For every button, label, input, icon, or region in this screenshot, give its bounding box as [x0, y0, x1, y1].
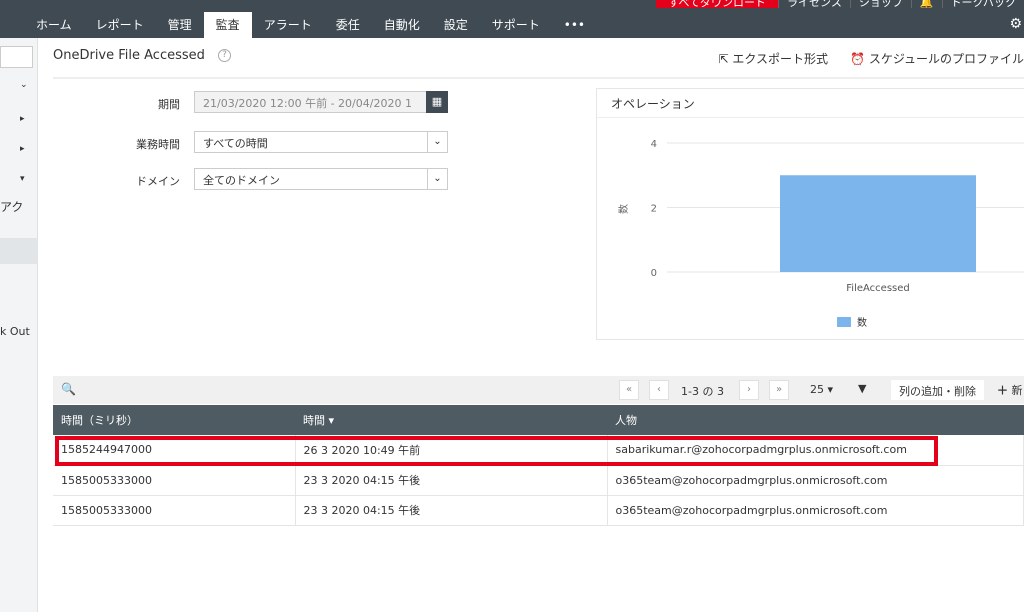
cell-person: o365team@zohocorpadmgrplus.onmicrosoft.c…	[607, 465, 1024, 496]
period-label: 期間	[158, 98, 180, 111]
table-toolbar: 🔍 « ‹ 1-3 の 3 › » 25 ▾ ▼ 列の追加・削除 ＋ 新	[53, 376, 1024, 404]
add-remove-columns-button[interactable]: 列の追加・削除	[891, 380, 984, 400]
divider	[53, 77, 1024, 79]
download-all-button[interactable]: すべてダウンロード	[656, 0, 779, 8]
sidebar-item[interactable]: k Out	[0, 325, 30, 338]
sidebar-item[interactable]: アク	[0, 198, 23, 215]
operation-chart: オペレーション 0 2 4 数 FileAccessed 数	[596, 88, 1024, 340]
chevron-right-icon[interactable]: ▸	[20, 114, 25, 124]
sidebar-item-selected[interactable]	[0, 238, 38, 264]
help-icon[interactable]: ?	[218, 49, 231, 62]
export-button[interactable]: ⇱ エクスポート形式	[719, 50, 829, 67]
y-tick-label: 0	[651, 268, 657, 279]
cell-person: o365team@zohocorpadmgrplus.onmicrosoft.c…	[607, 495, 1024, 526]
schedule-label: スケジュールのプロファイル	[868, 52, 1024, 66]
new-button[interactable]: ＋ 新	[997, 382, 1023, 398]
alarm-clock-icon: ⏰	[850, 52, 869, 66]
export-icon: ⇱	[718, 52, 733, 66]
y-tick-label: 2	[651, 204, 657, 215]
tab-settings[interactable]: 設定	[432, 12, 480, 38]
y-axis-label: 数	[617, 204, 630, 214]
legend-swatch	[837, 317, 851, 327]
page-size-value: 25	[810, 383, 824, 396]
schedule-button[interactable]: ⏰ スケジュールのプロファイル	[850, 50, 1024, 67]
cell-time: 23 3 2020 04:15 午後	[295, 465, 608, 496]
chevron-right-icon[interactable]: ▸	[20, 144, 25, 154]
tab-alerts[interactable]: アラート	[252, 12, 324, 38]
domain-select[interactable]: 全てのドメイン ⌄	[194, 168, 448, 190]
tab-support[interactable]: サポート	[480, 12, 552, 38]
main-nav: ホーム レポート 管理 監査 アラート 委任 自動化 設定 サポート •••	[24, 12, 597, 38]
column-header-time[interactable]: 時間 ▾	[295, 405, 607, 435]
next-page-button[interactable]: ›	[739, 380, 759, 400]
search-icon[interactable]: 🔍	[61, 382, 76, 396]
table-row[interactable]: 1585005333000 23 3 2020 04:15 午後 o365team@…	[53, 495, 1024, 526]
tab-reports[interactable]: レポート	[84, 12, 156, 38]
business-hours-label: 業務時間	[136, 138, 180, 151]
period-value: 21/03/2020 12:00 午前 - 20/04/2020 1	[203, 97, 412, 110]
chevron-down-icon: ⌄	[427, 169, 447, 189]
export-label: エクスポート形式	[732, 52, 829, 66]
sidebar-search-input[interactable]	[0, 46, 33, 68]
talkback-link[interactable]: トークバック	[941, 0, 1024, 8]
column-header-time-label: 時間	[303, 414, 325, 427]
tab-management[interactable]: 管理	[156, 12, 204, 38]
gear-icon[interactable]: ⚙	[1009, 16, 1022, 32]
page-info: 1-3 の 3	[681, 385, 724, 398]
calendar-icon[interactable]: ▦	[426, 91, 448, 113]
tab-delegation[interactable]: 委任	[324, 12, 372, 38]
page-size-select[interactable]: 25 ▾	[810, 383, 833, 396]
cell-time: 23 3 2020 04:15 午後	[295, 495, 608, 526]
domain-value: 全てのドメイン	[203, 174, 280, 187]
column-header-person[interactable]: 人物	[607, 405, 1024, 435]
chevron-down-icon[interactable]: ⌄	[20, 80, 28, 90]
plus-icon: ＋	[997, 384, 1008, 397]
table-row[interactable]: 1585005333000 23 3 2020 04:15 午後 o365team@…	[53, 465, 1024, 496]
chevron-down-icon: ⌄	[427, 132, 447, 152]
y-tick-label: 4	[651, 139, 657, 150]
tab-audit[interactable]: 監査	[203, 12, 252, 38]
bell-icon[interactable]: 🔔	[910, 0, 942, 8]
cell-time-ms: 1585005333000	[53, 465, 296, 496]
utility-bar: すべてダウンロード ライセンス ショップ 🔔 トークバック	[656, 0, 1024, 10]
legend-label[interactable]: 数	[857, 316, 867, 329]
sort-desc-icon: ▾	[328, 414, 335, 427]
sidebar: ⌄ ▸ ▸ ▾ アク k Out	[0, 38, 38, 612]
highlight-box	[55, 436, 938, 466]
column-header-time-ms[interactable]: 時間（ミリ秒）	[53, 405, 295, 435]
x-tick-label: FileAccessed	[846, 283, 909, 294]
new-label: 新	[1011, 384, 1023, 397]
business-hours-value: すべての時間	[203, 137, 268, 150]
first-page-button[interactable]: «	[619, 380, 639, 400]
business-hours-select[interactable]: すべての時間 ⌄	[194, 131, 448, 153]
top-bar: すべてダウンロード ライセンス ショップ 🔔 トークバック ホーム レポート 管…	[0, 0, 1024, 38]
bar[interactable]	[780, 175, 976, 272]
domain-label: ドメイン	[136, 175, 180, 188]
period-field[interactable]: 21/03/2020 12:00 午前 - 20/04/2020 1 ▦	[194, 91, 448, 113]
chart-plot: 0 2 4 数 FileAccessed 数	[617, 139, 1024, 329]
tab-home[interactable]: ホーム	[24, 12, 84, 38]
tab-automation[interactable]: 自動化	[372, 12, 432, 38]
tab-more[interactable]: •••	[552, 12, 597, 38]
cell-time-ms: 1585005333000	[53, 495, 296, 526]
page-title: OneDrive File Accessed	[53, 48, 205, 63]
shop-link[interactable]: ショップ	[849, 0, 911, 8]
filter-icon[interactable]: ▼	[858, 382, 866, 395]
license-link[interactable]: ライセンス	[778, 0, 850, 8]
chevron-down-icon[interactable]: ▾	[20, 174, 25, 184]
last-page-button[interactable]: »	[769, 380, 789, 400]
prev-page-button[interactable]: ‹	[649, 380, 669, 400]
